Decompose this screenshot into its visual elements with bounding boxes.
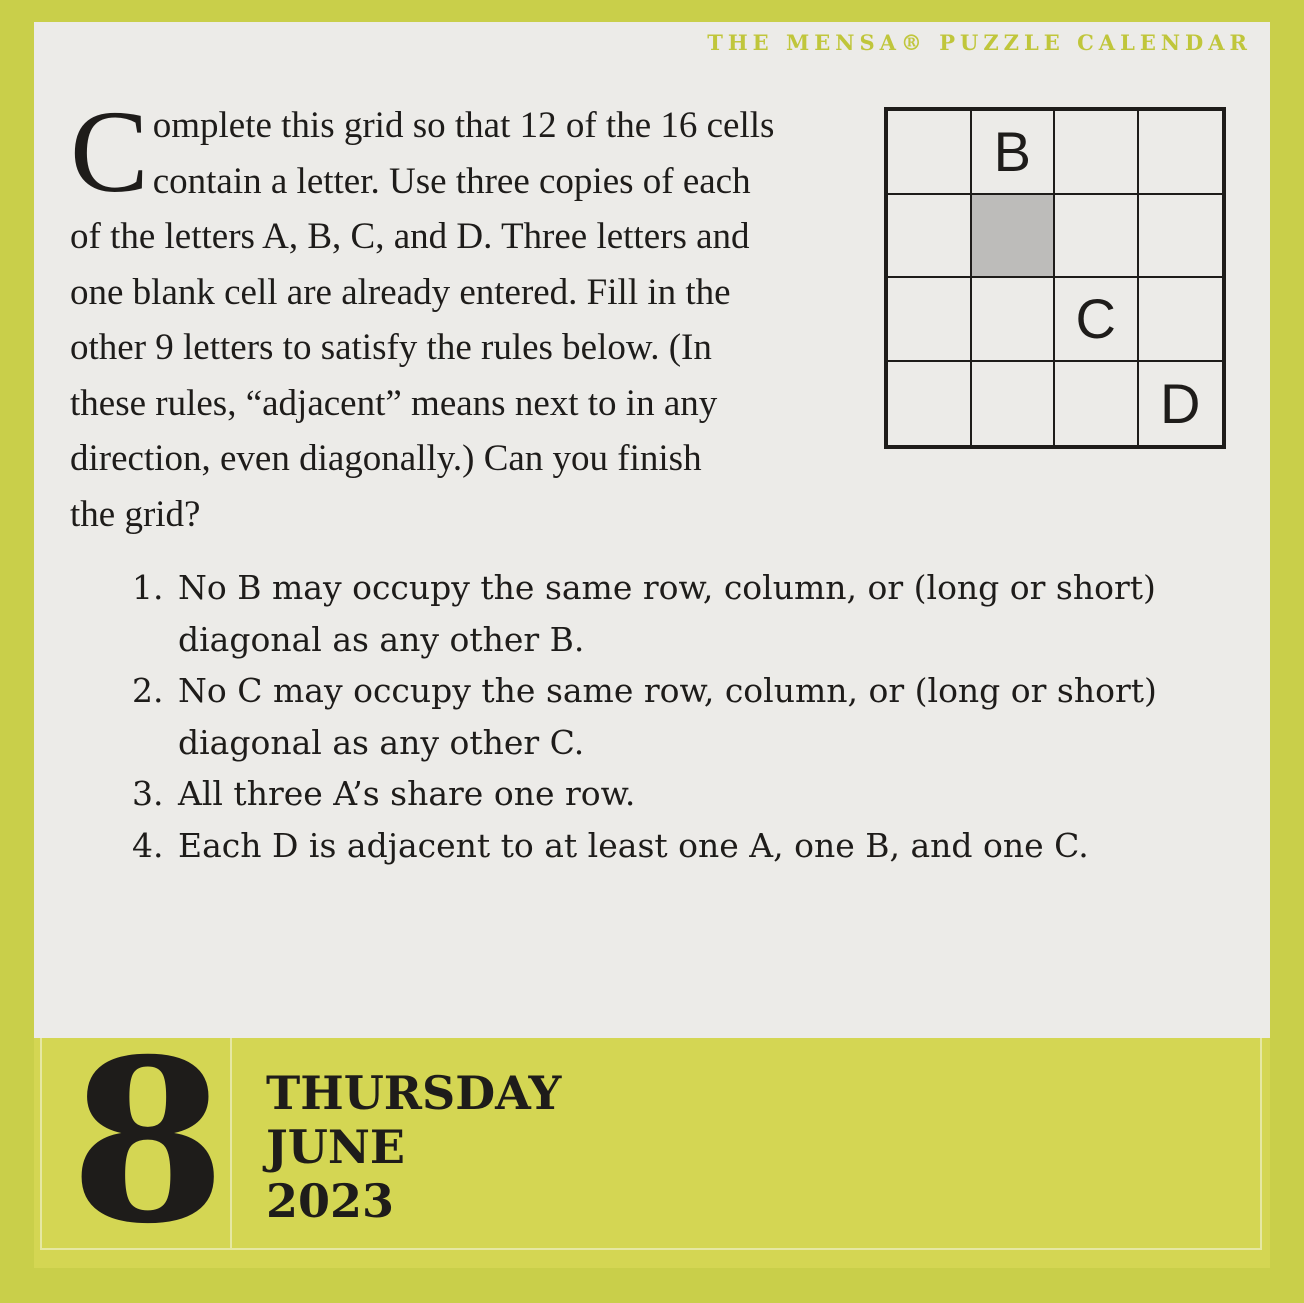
grid-cell <box>1138 111 1222 195</box>
grid-cell: D <box>1160 371 1201 435</box>
grid-cell <box>971 278 1055 362</box>
puzzle-grid: BCD <box>884 107 1226 449</box>
rule-text: No B may occupy the same row, column, or… <box>178 568 1156 659</box>
grid-cell <box>888 194 972 278</box>
grid-cell: B <box>971 111 1055 195</box>
puzzle-intro: C omplete this grid so that 12 of the 16… <box>70 86 840 542</box>
intro-line: other 9 letters to satisfy the rules bel… <box>70 327 712 368</box>
grid-cell <box>888 278 972 362</box>
grid-cell <box>1055 194 1139 278</box>
grid-cell <box>888 111 972 195</box>
intro-line: of the letters A, B, C, and D. Three let… <box>70 216 750 257</box>
rule-item: 1. No B may occupy the same row, column,… <box>132 562 1232 665</box>
rule-text: All three A’s share one row. <box>178 774 636 813</box>
grid-cell <box>1055 111 1139 195</box>
rule-number: 2. <box>132 671 164 710</box>
calendar-title: THE MENSA® PUZZLE CALENDAR <box>707 30 1252 55</box>
rule-text: Each D is adjacent to at least one A, on… <box>178 825 1089 865</box>
intro-line: contain a letter. Use three copies of ea… <box>152 160 751 202</box>
grid-cell <box>1055 361 1139 445</box>
rules-list: 1. No B may occupy the same row, column,… <box>132 562 1232 871</box>
rule-number: 4. <box>132 825 164 865</box>
grid-cell <box>888 361 972 445</box>
grid-cell: C <box>1055 278 1139 362</box>
drop-cap: C <box>70 86 149 217</box>
month: JUNE <box>266 1120 405 1174</box>
intro-line: omplete this grid so that 12 of the 16 c… <box>152 105 775 146</box>
rule-item: 2. No C may occupy the same row, column,… <box>132 665 1232 768</box>
rule-item: 4. Each D is adjacent to at least one A,… <box>132 820 1232 872</box>
day-number: 8 <box>70 1010 226 1273</box>
intro-line: these rules, “adjacent” means next to in… <box>70 382 718 424</box>
grid-cell <box>972 361 1055 445</box>
rule-item: 3. All three A’s share one row. <box>132 768 1232 820</box>
intro-line: the grid? <box>70 493 201 535</box>
weekday: THURSDAY <box>266 1066 562 1120</box>
grid-cell-blank <box>971 194 1055 278</box>
grid-cell <box>1138 278 1222 362</box>
grid-cell <box>1138 195 1222 278</box>
footer-divider <box>230 1038 232 1250</box>
date-block: THURSDAY JUNE 2023 <box>266 1066 561 1228</box>
year: 2023 <box>266 1174 395 1228</box>
intro-line: one blank cell are already entered. Fill… <box>70 271 731 313</box>
intro-line: direction, even diagonally.) Can you fin… <box>70 438 702 479</box>
rule-text: No C may occupy the same row, column, or… <box>178 671 1157 762</box>
rule-number: 1. <box>132 568 164 607</box>
rule-number: 3. <box>132 774 164 813</box>
